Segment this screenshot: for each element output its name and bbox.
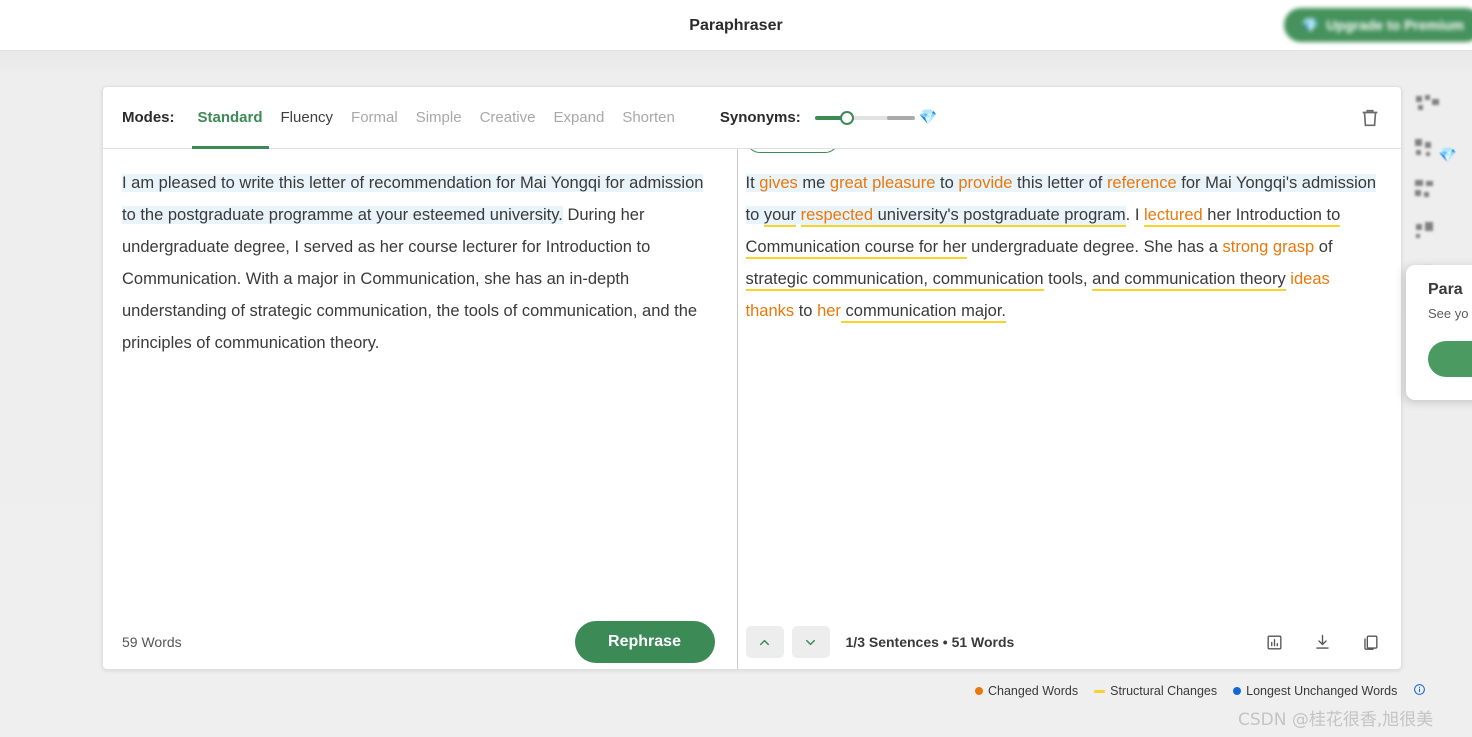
legend-label: Structural Changes — [1110, 684, 1218, 698]
output-token[interactable]: your — [763, 206, 796, 227]
output-token[interactable]: tools, — [1044, 270, 1093, 288]
paraphraser-app: Paraphraser 💎 Upgrade to Premium Modes: … — [0, 0, 1472, 737]
output-token[interactable]: strategic communication, communication — [745, 270, 1044, 291]
output-footer: 1/3 Sentences • 51 Words — [738, 614, 1401, 669]
output-token[interactable]: It — [745, 174, 760, 192]
tab-expand[interactable]: Expand — [544, 87, 613, 149]
output-token[interactable]: university's postgraduate program — [873, 206, 1126, 227]
output-token[interactable]: her — [817, 302, 841, 320]
output-token[interactable]: to — [935, 174, 959, 192]
popup-subtitle: See yo — [1428, 306, 1469, 321]
promo-popup: Para See yo — [1406, 265, 1472, 400]
tab-standard[interactable]: Standard — [189, 87, 272, 149]
rail-item-3-icon[interactable] — [1412, 178, 1446, 206]
output-token[interactable]: undergraduate degree. She has a — [967, 238, 1223, 256]
rail-item-4-icon[interactable] — [1412, 220, 1446, 248]
output-token[interactable]: to — [794, 302, 817, 320]
input-word-count: 59 Words — [122, 634, 182, 650]
output-token[interactable]: and communication theory — [1092, 270, 1286, 291]
output-text: It gives me great pleasure to provide th… — [745, 167, 1379, 327]
output-token[interactable]: of — [1314, 238, 1333, 256]
mode-tabs: Standard Fluency Formal Simple Creative … — [189, 87, 684, 149]
copy-icon[interactable] — [1361, 633, 1379, 651]
watermark: CSDN @桂花很香,旭很美 — [1238, 710, 1434, 730]
page-title: Paraphraser — [689, 16, 783, 34]
output-token[interactable]: gives — [759, 174, 798, 192]
synonyms-label: Synonyms: — [719, 109, 801, 126]
sentence-status: 1/3 Sentences • 51 Words — [845, 634, 1015, 650]
output-token[interactable] — [795, 206, 801, 224]
stats-icon[interactable] — [1265, 633, 1283, 651]
input-text: I am pleased to write this letter of rec… — [122, 167, 715, 359]
upgrade-to-premium-button[interactable]: 💎 Upgrade to Premium — [1283, 8, 1472, 42]
previous-sentence-button[interactable] — [745, 626, 784, 658]
output-token[interactable]: provide — [958, 174, 1013, 192]
rephrase-button[interactable]: Rephrase — [574, 621, 715, 663]
legend: Changed Words Structural Changes Longest… — [975, 683, 1426, 699]
top-bar: Paraphraser 💎 Upgrade to Premium — [0, 0, 1472, 51]
editor-split: I am pleased to write this letter of rec… — [103, 149, 1401, 669]
paraphraser-card: Modes: Standard Fluency Formal Simple Cr… — [102, 86, 1402, 670]
next-sentence-button[interactable] — [791, 626, 830, 658]
output-token[interactable]: respected — [800, 206, 874, 227]
output-token[interactable]: . I — [1126, 206, 1144, 224]
legend-item-longest-unchanged-words: Longest Unchanged Words — [1233, 684, 1397, 698]
synonyms-slider[interactable] — [814, 108, 915, 128]
info-icon[interactable] — [1413, 683, 1426, 699]
modes-toolbar: Modes: Standard Fluency Formal Simple Cr… — [103, 87, 1401, 149]
download-icon[interactable] — [1313, 633, 1331, 651]
tab-shorten[interactable]: Shorten — [613, 87, 684, 149]
legend-dot-icon — [1233, 687, 1242, 695]
slider-handle[interactable] — [839, 110, 854, 125]
tab-fluency[interactable]: Fluency — [272, 87, 343, 149]
output-token[interactable]: great pleasure — [829, 174, 936, 192]
output-token[interactable]: communication major. — [840, 302, 1007, 323]
input-panel: I am pleased to write this letter of rec… — [103, 149, 737, 669]
upgrade-label: Upgrade to Premium — [1326, 17, 1464, 33]
output-token[interactable]: strong grasp — [1222, 238, 1314, 256]
gem-icon: 💎 — [1301, 16, 1320, 33]
right-sidebar-rail: 💎 💎 — [1408, 90, 1472, 290]
output-tools — [1265, 633, 1379, 651]
gem-icon: 💎 — [918, 109, 938, 126]
tab-creative[interactable]: Creative — [471, 87, 545, 149]
legend-dot-icon — [975, 687, 983, 695]
gem-badge-icon: 💎 — [1438, 147, 1457, 164]
rail-item-1-icon[interactable] — [1412, 94, 1446, 122]
tab-formal[interactable]: Formal — [342, 87, 407, 149]
trash-icon[interactable] — [1359, 107, 1381, 129]
output-token[interactable]: reference — [1106, 174, 1177, 192]
output-token[interactable]: lectured — [1144, 206, 1203, 227]
legend-dash-icon — [1094, 689, 1106, 693]
legend-label: Longest Unchanged Words — [1246, 684, 1398, 698]
rephrase-pill-button[interactable]: Rephrase — [745, 149, 840, 153]
input-sentence-2[interactable]: During her undergraduate degree, I serve… — [122, 206, 697, 352]
legend-item-changed-words: Changed Words — [975, 684, 1078, 698]
popup-title: Para — [1428, 281, 1463, 298]
legend-label: Changed Words — [988, 684, 1079, 698]
output-action-bar: Rephrase — [745, 149, 933, 153]
popup-cta-button[interactable] — [1428, 341, 1472, 377]
modes-label: Modes: — [122, 109, 175, 126]
output-textarea[interactable]: Rephrase — [738, 149, 1401, 614]
input-textarea[interactable]: I am pleased to write this letter of rec… — [103, 149, 737, 614]
tab-simple[interactable]: Simple — [407, 87, 471, 149]
slider-track-locked — [886, 115, 915, 120]
legend-item-structural-changes: Structural Changes — [1094, 684, 1217, 698]
output-token[interactable]: me — [797, 174, 830, 192]
output-panel: Rephrase — [738, 149, 1401, 669]
output-token[interactable]: this letter of — [1012, 174, 1107, 192]
synonyms-control: Synonyms: 💎 — [720, 108, 938, 128]
input-footer: 59 Words Rephrase — [103, 614, 737, 669]
